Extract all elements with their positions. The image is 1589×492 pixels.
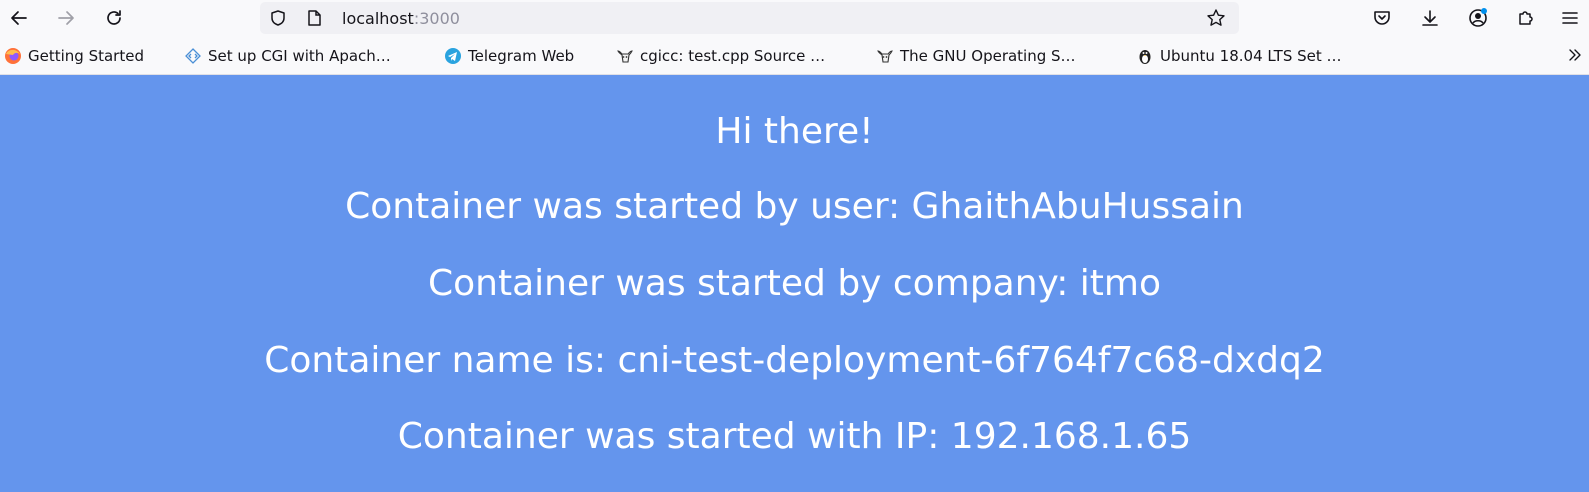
back-arrow-icon — [11, 11, 27, 25]
container-user-text: Container was started by user: GhaithAbu… — [345, 186, 1244, 227]
code-tag-icon — [184, 47, 202, 65]
pocket-button[interactable] — [1368, 4, 1396, 32]
url-host: localhost — [342, 9, 414, 28]
container-name-text: Container name is: cni-test-deployment-6… — [264, 340, 1325, 381]
browser-toolbar: localhost:3000 — [0, 0, 1589, 37]
bookmark-label: Ubuntu 18.04 LTS Set … — [1160, 47, 1342, 65]
bookmark-label: Telegram Web — [468, 47, 575, 65]
firefox-icon — [4, 47, 22, 65]
greeting-heading: Hi there! — [715, 111, 874, 152]
bookmark-star-icon[interactable] — [1206, 8, 1226, 28]
url-bar[interactable]: localhost:3000 — [260, 2, 1239, 34]
downloads-icon — [1422, 10, 1438, 26]
url-text[interactable]: localhost:3000 — [342, 9, 460, 28]
back-button[interactable] — [5, 4, 33, 32]
bookmark-cgicc-test[interactable]: cgicc: test.cpp Source … — [616, 45, 825, 67]
bookmark-gnu-os[interactable]: The GNU Operating S… — [876, 45, 1076, 67]
bookmark-label: Set up CGI with Apach… — [208, 47, 391, 65]
page-content: Hi there! Container was started by user:… — [0, 75, 1589, 492]
extensions-icon — [1519, 11, 1533, 25]
page-info-icon[interactable] — [304, 8, 324, 28]
bookmarks-overflow-button[interactable] — [1566, 44, 1584, 66]
gnu-icon — [876, 47, 894, 65]
container-company-text: Container was started by company: itmo — [427, 263, 1162, 304]
bookmark-telegram-web[interactable]: Telegram Web — [444, 45, 574, 67]
tracking-protection-shield-icon[interactable] — [268, 8, 288, 28]
container-ip-text: Container was started with IP: 192.168.1… — [397, 416, 1192, 457]
forward-button[interactable] — [52, 4, 80, 32]
downloads-button[interactable] — [1416, 4, 1444, 32]
account-button[interactable] — [1464, 4, 1492, 32]
account-icon — [1469, 8, 1487, 27]
bookmarks-toolbar: Getting Started Set up CGI with Apach… T… — [0, 37, 1589, 75]
reload-button[interactable] — [100, 4, 128, 32]
reload-icon — [107, 10, 121, 25]
bookmark-ubuntu-lts[interactable]: Ubuntu 18.04 LTS Set … — [1136, 45, 1342, 67]
bookmark-label: The GNU Operating S… — [900, 47, 1076, 65]
linux-penguin-icon — [1136, 47, 1154, 65]
url-port: :3000 — [413, 9, 460, 28]
gnu-icon — [616, 47, 634, 65]
telegram-icon — [444, 47, 462, 65]
bookmark-label: Getting Started — [28, 47, 144, 65]
menu-button[interactable] — [1556, 4, 1584, 32]
pocket-icon — [1374, 11, 1390, 25]
bookmark-getting-started[interactable]: Getting Started — [4, 45, 144, 67]
extensions-button[interactable] — [1512, 4, 1540, 32]
hamburger-menu-icon — [1562, 12, 1578, 24]
bookmark-cgi-apache[interactable]: Set up CGI with Apach… — [184, 45, 391, 67]
bookmark-label: cgicc: test.cpp Source … — [640, 47, 826, 65]
bookmarks-overflow-chevron-icon — [1569, 49, 1581, 61]
forward-arrow-icon — [58, 11, 74, 25]
